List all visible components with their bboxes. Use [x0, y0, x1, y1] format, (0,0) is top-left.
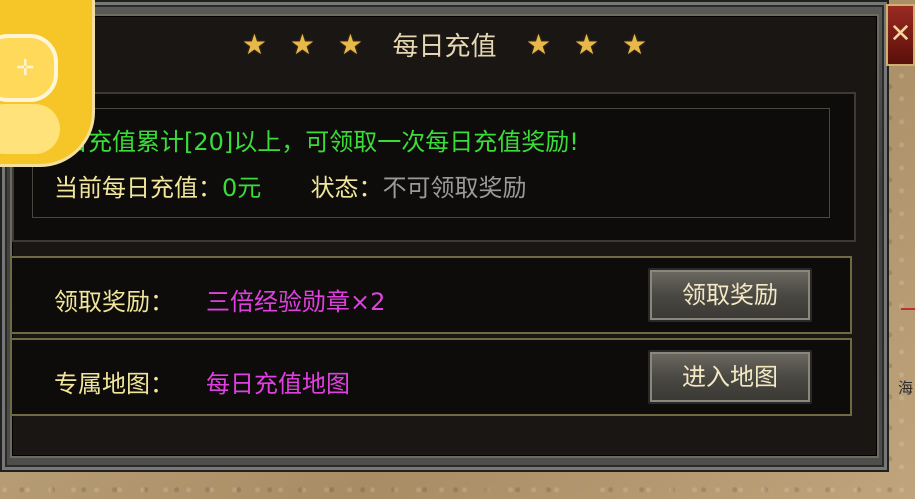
status-value: 不可领取奖励	[382, 174, 527, 202]
map-value: 每日充值地图	[206, 370, 350, 398]
requirement-text: 每日充值累计[20]以上，可领取一次每日充值奖励!	[40, 128, 579, 156]
game-app-icon[interactable]: ✛	[0, 0, 92, 164]
daily-recharge-panel: ★ ★ ★ 每日充值 ★ ★ ★ 每日充值累计[20]以上，可领取一次每日充值奖…	[0, 0, 889, 472]
current-recharge-value: 0元	[222, 174, 262, 202]
star-icon: ★	[621, 27, 648, 61]
cloud-shape	[0, 104, 60, 154]
current-recharge-label: 当前每日充值：	[54, 174, 222, 202]
map-row: 专属地图： 每日充值地图 进入地图	[10, 338, 852, 416]
star-icon: ★	[525, 27, 552, 61]
star-icon: ★	[337, 27, 364, 61]
star-icon: ★	[289, 27, 316, 61]
star-icon: ★	[241, 27, 268, 61]
close-icon[interactable]: ✕	[886, 4, 915, 66]
reward-label: 领取奖励：	[54, 288, 174, 316]
dpad-icon: ✛	[16, 56, 35, 81]
map-label: 专属地图：	[54, 370, 174, 398]
info-box	[12, 92, 856, 242]
title-bar: ★ ★ ★ 每日充值 ★ ★ ★	[2, 24, 887, 64]
enter-map-button[interactable]: 进入地图	[648, 350, 812, 404]
panel-title: 每日充值	[392, 31, 497, 62]
reward-row: 领取奖励： 三倍经验勋章×2 领取奖励	[10, 256, 852, 334]
claim-reward-button[interactable]: 领取奖励	[648, 268, 812, 322]
status-line: 当前每日充值：0元 状态：不可领取奖励	[54, 168, 527, 203]
star-icon: ★	[573, 27, 600, 61]
map-text: 海	[897, 379, 913, 397]
status-label: 状态：	[310, 174, 383, 202]
map-marker	[901, 308, 915, 310]
reward-value: 三倍经验勋章×2	[206, 288, 386, 316]
